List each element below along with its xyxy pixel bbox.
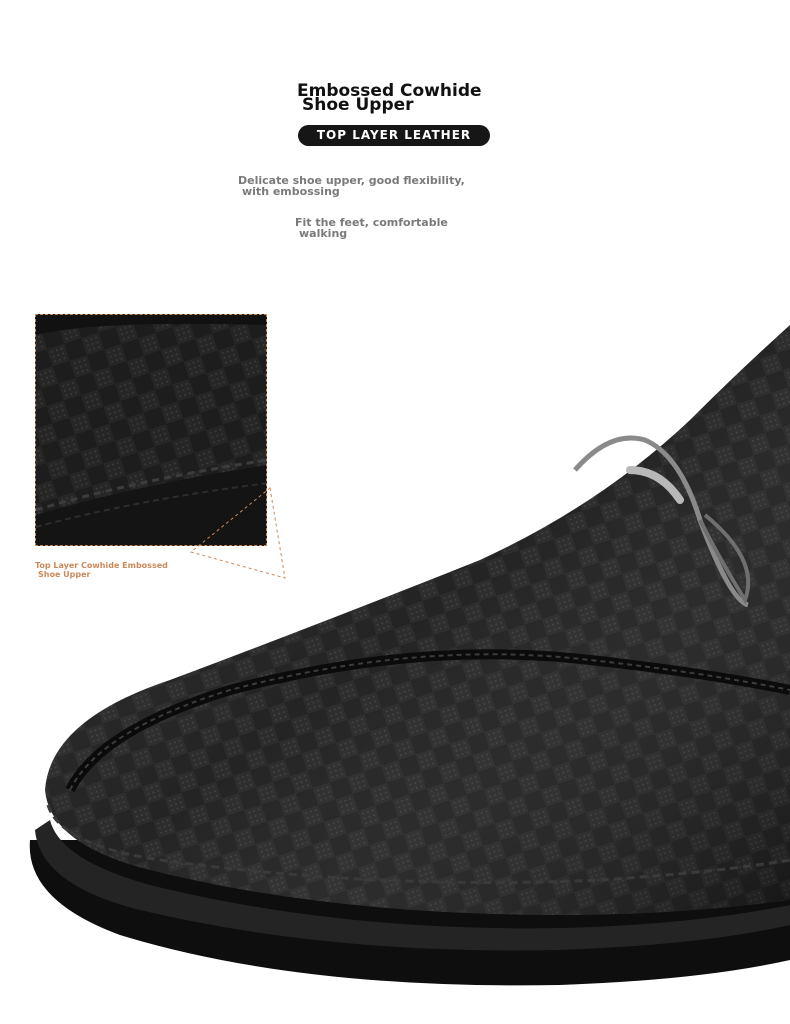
feature-1-line-2: with embossing — [242, 185, 340, 198]
detail-caption-line-2: Shoe Upper — [38, 570, 91, 579]
feature-text-1: Delicate shoe upper, good flexibility, w… — [238, 175, 465, 197]
leather-badge: TOP LAYER LEATHER — [298, 125, 490, 146]
section-title: Embossed Cowhide Shoe Upper — [297, 83, 482, 114]
detail-caption-line-1: Top Layer Cowhide Embossed — [35, 561, 168, 570]
callout-connector — [189, 487, 286, 579]
feature-2-line-2: walking — [299, 227, 348, 240]
feature-text-2: Fit the feet, comfortable walking — [295, 217, 448, 239]
detail-caption: Top Layer Cowhide Embossed Shoe Upper — [35, 561, 168, 579]
